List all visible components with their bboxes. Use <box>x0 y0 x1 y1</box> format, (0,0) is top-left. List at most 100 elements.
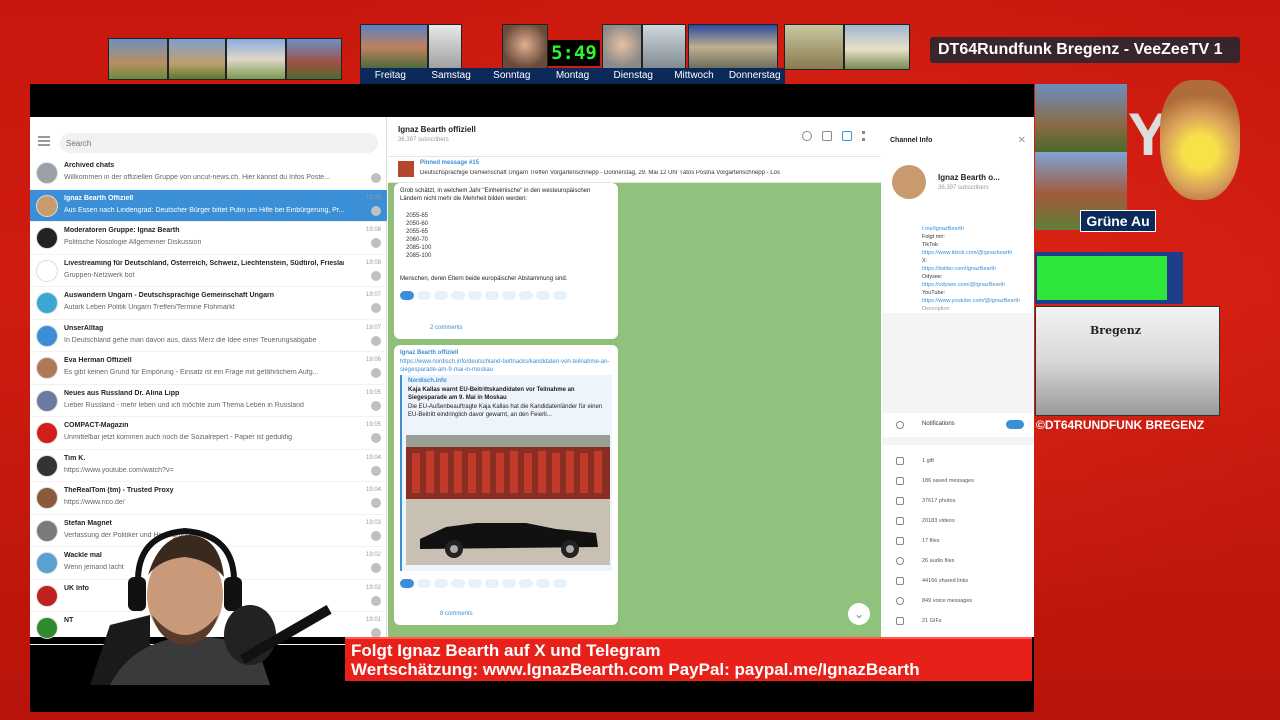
ticker-line-2: Wertschätzung: www.IgnazBearth.com PayPa… <box>351 660 920 679</box>
chat-list-item[interactable]: UnserAlltag In Deutschland gehe man davon… <box>30 320 387 352</box>
description-line[interactable]: https://www.tiktok.com/@ignazbearth <box>922 249 1030 257</box>
clock-display: 5:49 <box>548 40 600 66</box>
reaction-chip[interactable] <box>434 291 448 300</box>
chat-list-item[interactable]: Livestreaming für Deutschland, Österreic… <box>30 255 387 287</box>
chat-title[interactable]: Ignaz Bearth offiziell <box>398 125 476 134</box>
reaction-chip[interactable] <box>400 579 414 588</box>
reaction-chip[interactable] <box>536 579 550 588</box>
reaction-chip[interactable] <box>485 579 499 588</box>
channel-info-pane: Channel Info ✕ Ignaz Bearth o... 36,397 … <box>882 117 1034 637</box>
notifications-row[interactable]: Notifications <box>882 413 1034 437</box>
close-icon[interactable]: ✕ <box>1018 135 1026 146</box>
message-link[interactable]: https://www.nordisch.info/deutschland-be… <box>400 358 612 374</box>
unread-badge <box>371 335 381 346</box>
thumbnail-image <box>784 24 844 70</box>
stat-links[interactable]: 44166 shared links <box>922 578 968 584</box>
stat-photos[interactable]: 37617 photos <box>922 498 955 504</box>
chat-list-item[interactable]: Tim K. https://www.youtube.com/watch?v= 19… <box>30 450 387 482</box>
reaction-chip[interactable] <box>519 291 533 300</box>
reaction-chip[interactable] <box>451 579 465 588</box>
reaction-chip[interactable] <box>519 579 533 588</box>
reaction-chip[interactable] <box>434 579 448 588</box>
search-icon[interactable] <box>802 131 812 141</box>
comments-link[interactable]: 8 comments <box>440 611 473 617</box>
channel-avatar[interactable] <box>892 165 926 199</box>
scroll-down-button[interactable]: ⌄ <box>848 603 870 625</box>
description-line: Folgt mir: <box>922 234 945 240</box>
chat-list-item[interactable]: Ignaz Bearth Offiziell Aus Essen nach Lin… <box>30 189 387 222</box>
chat-name: Livestreaming für Deutschland, Österreic… <box>64 259 344 267</box>
reaction-chip[interactable] <box>468 579 482 588</box>
reaction-chip[interactable] <box>536 291 550 300</box>
unread-badge <box>371 400 381 411</box>
unread-badge <box>371 498 381 508</box>
copyright-label: ©DT64RUNDFUNK BREGENZ <box>1036 418 1205 432</box>
sidebar-toggle-icon[interactable] <box>842 131 852 141</box>
stat-files[interactable]: 17 files <box>922 538 939 544</box>
stat-gifs[interactable]: 21 GIFs <box>922 618 942 624</box>
channel-subscribers: 36,397 subscribers <box>938 185 989 191</box>
message-bubble[interactable]: Grob schätzt, in welchem Jahr "Einheimis… <box>394 183 618 339</box>
thumbnail-image <box>428 24 462 70</box>
search-input[interactable] <box>60 133 378 153</box>
reaction-chip[interactable] <box>400 291 414 300</box>
reaction-chip[interactable] <box>553 291 567 300</box>
chat-time: 19:01 <box>365 617 381 623</box>
description-line: X: <box>922 258 928 264</box>
message-photo[interactable] <box>406 435 610 565</box>
chat-list-item[interactable]: Moderatoren Gruppe: Ignaz Bearth Politisc… <box>30 222 387 255</box>
reaction-chip[interactable] <box>468 291 482 300</box>
day-label: Dienstag <box>613 70 653 81</box>
thumbnail-image <box>168 38 226 80</box>
stat-audio[interactable]: 26 audio files <box>922 558 954 564</box>
reaction-chip[interactable] <box>451 291 465 300</box>
chat-time: 19:05 <box>365 422 381 428</box>
unread-badge <box>371 238 381 248</box>
pinned-text: Deutschsprachige Gemeinschaft Ungarn Tre… <box>420 170 780 176</box>
chat-name: Tim K. <box>64 454 86 462</box>
chat-list-item[interactable]: Neues aus Russland Dr. Alina Lipp Lieber … <box>30 385 387 417</box>
message-author[interactable]: Ignaz Bearth offiziell <box>400 349 458 357</box>
avatar <box>36 194 58 217</box>
chat-pane: Ignaz Bearth offiziell 36,397 subscriber… <box>388 117 881 637</box>
hamburger-menu-icon[interactable] <box>38 136 50 146</box>
description-line[interactable]: t.me/IgnazBearth <box>922 225 1030 233</box>
chat-list-item[interactable]: Auswandern Ungarn - Deutschsprachige Gem… <box>30 287 387 320</box>
thumbnail-image <box>286 38 342 80</box>
message-footer: Menschen, deren Eltern beide europäische… <box>400 276 568 282</box>
comments-link[interactable]: 2 comments <box>430 325 463 331</box>
reactions-bar <box>400 579 610 589</box>
reaction-chip[interactable] <box>417 579 431 588</box>
stat-voice[interactable]: 849 voice messages <box>922 598 972 604</box>
chat-name: Neues aus Russland Dr. Alina Lipp <box>64 389 180 397</box>
chat-preview: Willkommen in der offiziellen Gruppe von… <box>64 174 330 181</box>
stat-saved[interactable]: 186 saved messages <box>922 478 974 484</box>
more-icon[interactable] <box>862 131 865 141</box>
chat-time: 19:04 <box>365 487 381 493</box>
description-line[interactable]: https://www.youtube.com/@IgnazBearth <box>922 297 1030 305</box>
gift-icon <box>896 457 904 465</box>
reaction-chip[interactable] <box>553 579 567 588</box>
photo-icon <box>896 497 904 505</box>
flag-line: 2050-60 <box>406 221 429 227</box>
reaction-chip[interactable] <box>502 579 516 588</box>
chat-name: UnserAlltag <box>64 324 104 332</box>
description-line[interactable]: https://twitter.com/IgnazBearth <box>922 265 1030 273</box>
stat-videos[interactable]: 20183 videos <box>922 518 955 524</box>
chat-list-item[interactable]: Archived chats Willkommen in der offiziel… <box>30 157 387 190</box>
comments-icon[interactable] <box>822 131 832 141</box>
reaction-chip[interactable] <box>485 291 499 300</box>
chat-list-item[interactable]: COMPACT-Magazin Unmittelbar jetzt kommen … <box>30 417 387 450</box>
info-title: Channel Info <box>890 137 933 144</box>
chat-time: 19:08 <box>365 227 381 233</box>
chat-list-item[interactable]: Eva Herman Offiziell Es gibt keinen Grund… <box>30 352 387 385</box>
reaction-chip[interactable] <box>502 291 516 300</box>
reaction-chip[interactable] <box>417 291 431 300</box>
unread-badge <box>371 303 381 313</box>
stat-gifts[interactable]: 1 gift <box>922 458 934 464</box>
notifications-toggle[interactable] <box>1006 420 1024 429</box>
description-line[interactable]: https://odysee.com/@IgnazBearth <box>922 281 1030 289</box>
chat-time: 19:06 <box>365 357 381 363</box>
ticker-banner: Folgt Ignaz Bearth auf X und Telegram We… <box>345 637 1032 681</box>
pinned-message[interactable]: Pinned message #15 Deutschsprachige Geme… <box>388 157 881 183</box>
